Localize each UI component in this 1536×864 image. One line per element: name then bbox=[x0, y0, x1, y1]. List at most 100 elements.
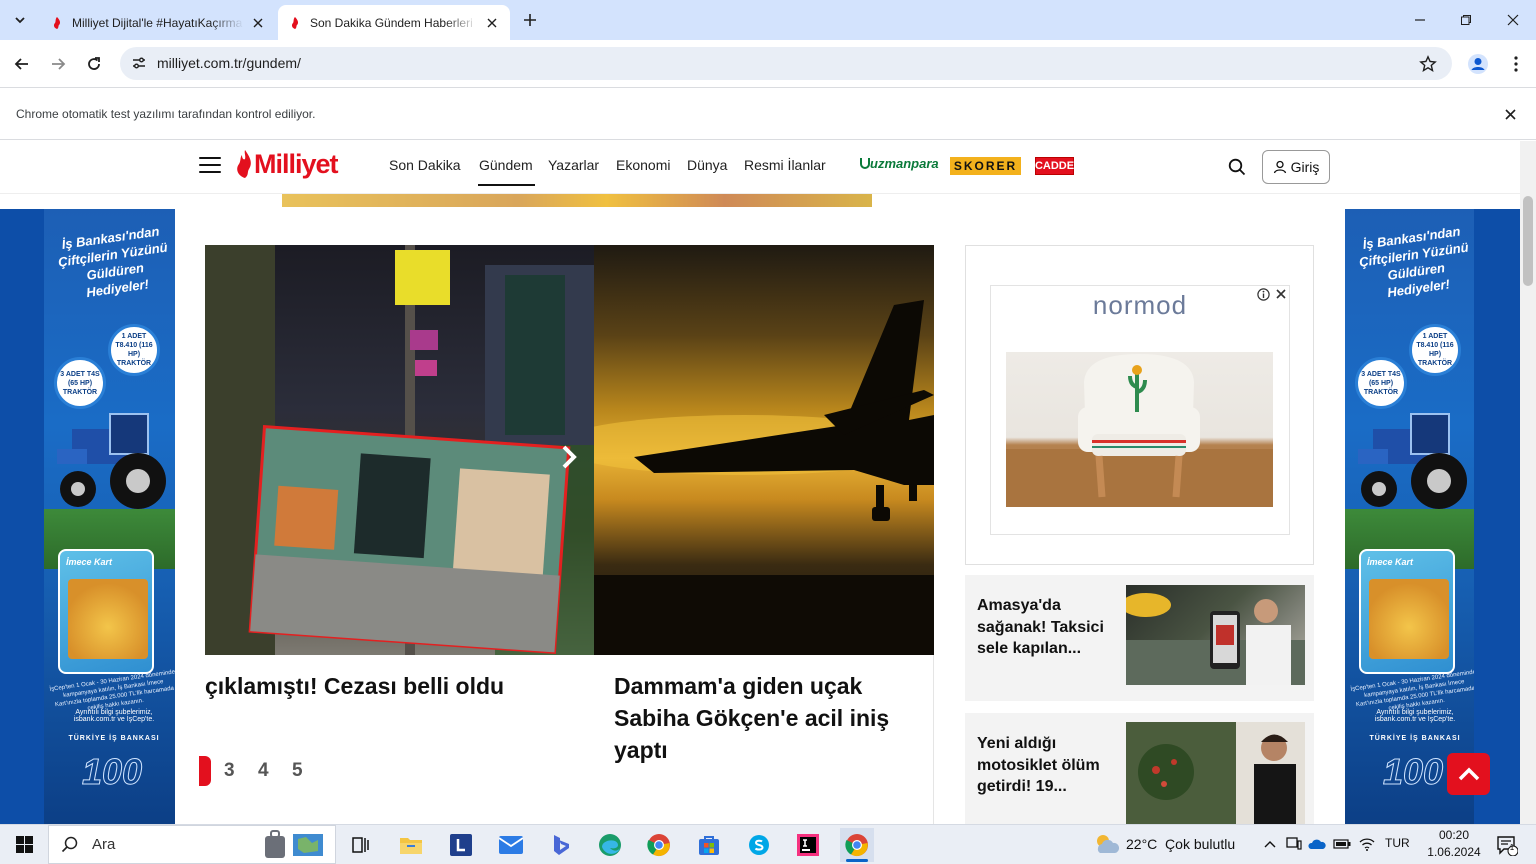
close-tab-icon[interactable] bbox=[250, 15, 266, 31]
address-bar[interactable] bbox=[120, 47, 1452, 80]
input-language[interactable]: TUR bbox=[1385, 836, 1410, 850]
tray-device-icon[interactable] bbox=[1285, 834, 1303, 854]
system-clock[interactable]: 00:20 1.06.2024 bbox=[1420, 827, 1488, 861]
hamburger-menu-icon[interactable] bbox=[198, 154, 222, 176]
plus-icon bbox=[524, 14, 536, 26]
site-info-button[interactable] bbox=[128, 52, 150, 74]
taskbar-l-app[interactable] bbox=[444, 828, 478, 862]
right-side-ad[interactable]: İş Bankası'ndan Çiftçilerin Yüzünü Güldü… bbox=[1345, 209, 1474, 824]
slide-image-cafe[interactable] bbox=[205, 245, 594, 655]
news-headline[interactable]: Yeni aldığı motosiklet ölüm getirdi! 19.… bbox=[977, 733, 1117, 798]
nav-gundem[interactable]: Gündem bbox=[479, 157, 533, 173]
login-label: Giriş bbox=[1290, 159, 1320, 175]
news-headline[interactable]: Amasya'da sağanak! Taksici sele kapılan.… bbox=[977, 595, 1117, 660]
battery-icon bbox=[1333, 839, 1351, 849]
cloudy-icon bbox=[1097, 835, 1120, 853]
right-ad-background bbox=[1474, 209, 1520, 824]
taskbar-chrome-active[interactable] bbox=[840, 828, 874, 862]
more-vertical-icon bbox=[1514, 56, 1518, 72]
top-banner-ad[interactable] bbox=[282, 194, 872, 207]
login-button[interactable]: Giriş bbox=[1262, 150, 1330, 184]
ad-prize-badge: 1 ADET T8.410 (116 HP) TRAKTÖR bbox=[108, 324, 160, 376]
forward-button[interactable] bbox=[44, 50, 72, 78]
taskbar-file-explorer[interactable] bbox=[394, 828, 428, 862]
minimize-button[interactable] bbox=[1397, 6, 1443, 34]
slide-headline[interactable]: çıklamıştı! Cezası belli oldu bbox=[205, 670, 594, 702]
taskbar-edge[interactable] bbox=[593, 828, 627, 862]
chevron-up-icon bbox=[1458, 767, 1479, 781]
slider-page-3[interactable]: 3 bbox=[224, 760, 235, 782]
left-side-ad[interactable]: İş Bankası'ndan Çiftçilerin Yüzünü Güldü… bbox=[44, 209, 175, 824]
ad-info-icon[interactable] bbox=[1256, 287, 1270, 301]
nav-son-dakika[interactable]: Son Dakika bbox=[389, 157, 461, 173]
uzmanpara-logo[interactable]: uzmanpara bbox=[860, 156, 939, 176]
tray-onedrive-icon[interactable] bbox=[1308, 834, 1326, 854]
taskbar-intellij[interactable] bbox=[791, 828, 825, 862]
new-tab-button[interactable] bbox=[518, 10, 542, 30]
slide-image-airplane[interactable] bbox=[594, 245, 934, 655]
restore-button[interactable] bbox=[1443, 6, 1489, 34]
tab-son-dakika[interactable]: Son Dakika Gündem Haberleri bbox=[278, 5, 510, 40]
taskbar-mail[interactable] bbox=[494, 828, 528, 862]
url-text[interactable]: milliyet.com.tr/gundem/ bbox=[157, 55, 301, 71]
infobar-close-button[interactable] bbox=[1500, 104, 1520, 124]
ad-close-icon[interactable] bbox=[1274, 287, 1288, 301]
taskbar-chrome[interactable] bbox=[642, 828, 676, 862]
slider-active-page[interactable] bbox=[199, 756, 211, 786]
nav-yazarlar[interactable]: Yazarlar bbox=[548, 157, 599, 173]
arrow-left-icon bbox=[14, 58, 28, 70]
slider-next-button[interactable] bbox=[556, 441, 582, 473]
slider-page-5[interactable]: 5 bbox=[292, 760, 303, 782]
close-icon bbox=[1507, 14, 1519, 26]
news-thumbnail[interactable] bbox=[1126, 585, 1305, 685]
tractor-illustration bbox=[57, 413, 166, 509]
taskbar-store[interactable] bbox=[692, 828, 726, 862]
clock-time: 00:20 bbox=[1438, 828, 1470, 842]
bookmark-button[interactable] bbox=[1416, 52, 1440, 76]
tray-overflow-button[interactable] bbox=[1261, 834, 1279, 854]
uzmanpara-text: uzmanpara bbox=[870, 156, 939, 171]
taskbar-skype[interactable] bbox=[742, 828, 776, 862]
slide-headline[interactable]: Dammam'a giden uçak Sabiha Gökçen'e acil… bbox=[614, 670, 934, 766]
chair-product-image[interactable] bbox=[1006, 352, 1273, 507]
milliyet-favicon-icon bbox=[53, 16, 61, 29]
chrome-menu-button[interactable] bbox=[1506, 52, 1526, 76]
map-icon bbox=[293, 834, 323, 856]
scroll-to-top-button[interactable] bbox=[1447, 753, 1490, 795]
start-button[interactable] bbox=[0, 824, 48, 864]
notification-center-button[interactable]: 1 bbox=[1494, 832, 1520, 858]
ad-headline: İş Bankası'ndan Çiftçilerin Yüzünü Güldü… bbox=[57, 223, 169, 301]
scrollbar-thumb[interactable] bbox=[1523, 196, 1533, 286]
milliyet-logo[interactable]: Milliyet bbox=[234, 146, 360, 182]
close-tab-icon[interactable] bbox=[484, 15, 500, 31]
profile-button[interactable] bbox=[1466, 52, 1490, 76]
slider-page-4[interactable]: 4 bbox=[258, 760, 269, 782]
taskbar-copilot[interactable] bbox=[543, 828, 577, 862]
tab-search-button[interactable] bbox=[8, 8, 32, 32]
reload-button[interactable] bbox=[80, 50, 108, 78]
ad-bank-name: TÜRKİYE İŞ BANKASI bbox=[68, 735, 160, 742]
search-highlight-illustration[interactable] bbox=[262, 828, 330, 862]
ad-headline: İş Bankası'ndan Çiftçilerin Yüzünü Güldü… bbox=[1358, 223, 1470, 301]
active-nav-indicator bbox=[478, 184, 535, 186]
nav-resmi-ilanlar[interactable]: Resmi İlanlar bbox=[744, 157, 826, 173]
weather-widget[interactable]: 22°C Çok bulutlu bbox=[1094, 830, 1244, 858]
close-window-button[interactable] bbox=[1490, 6, 1536, 34]
tray-battery-icon[interactable] bbox=[1333, 834, 1351, 854]
news-thumbnail[interactable] bbox=[1126, 722, 1305, 824]
tray-wifi-icon[interactable] bbox=[1358, 834, 1376, 854]
skorer-logo[interactable]: SKORER bbox=[950, 157, 1021, 175]
task-view-button[interactable] bbox=[343, 828, 377, 862]
back-button[interactable] bbox=[8, 50, 36, 78]
ad-anniversary-logo: 100 bbox=[1382, 751, 1444, 793]
arrow-right-icon bbox=[52, 58, 66, 70]
nav-ekonomi[interactable]: Ekonomi bbox=[616, 157, 670, 173]
site-search-button[interactable] bbox=[1226, 156, 1248, 178]
ad-contact-text: Ayrıntılı bilgi şubelerimiz, isbank.com.… bbox=[73, 709, 155, 723]
tab-title: Son Dakika Gündem Haberleri bbox=[310, 15, 473, 30]
infobar-message: Chrome otomatik test yazılımı tarafından… bbox=[16, 107, 316, 121]
intellij-icon bbox=[797, 834, 819, 856]
tab-milliyet-dijital[interactable]: Milliyet Dijital'le #HayatıKaçırma bbox=[40, 5, 276, 40]
cadde-logo[interactable]: CADDE bbox=[1035, 157, 1074, 175]
nav-dunya[interactable]: Dünya bbox=[687, 157, 727, 173]
